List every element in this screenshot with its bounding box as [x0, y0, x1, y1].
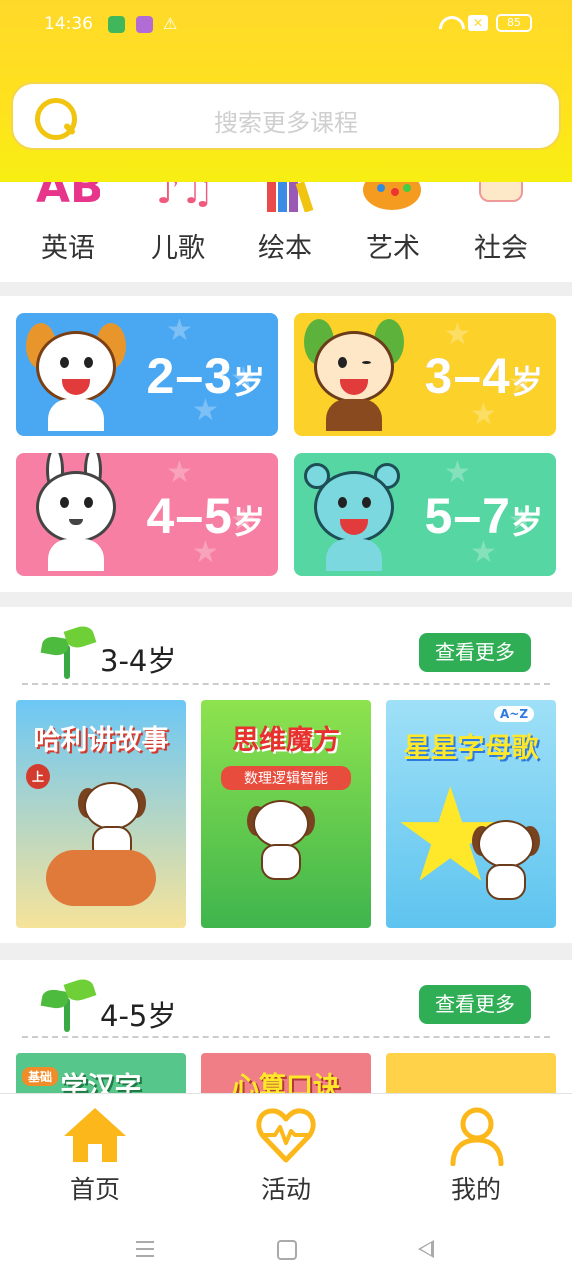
- course-title: 心算口诀: [232, 1072, 340, 1094]
- back-icon[interactable]: [408, 1231, 444, 1267]
- drum-icon: [469, 182, 533, 212]
- category-label: 英语: [41, 233, 95, 264]
- nav-label: 首页: [69, 1175, 120, 1204]
- course-card[interactable]: A~Z 星星字母歌 ★: [386, 700, 556, 928]
- dog-illustration: [247, 800, 315, 880]
- age-group-grid: ★ ★ ★ 2–3岁 ★ ★ ★ 3–4岁 ★ ★ ★ 4–5岁 ★ ★ ★ 5…: [0, 296, 572, 592]
- nav-label: 我的: [450, 1175, 501, 1204]
- age-label: 3–4岁: [424, 348, 544, 404]
- category-art[interactable]: 艺术: [343, 182, 443, 282]
- search-bar[interactable]: 搜索更多课程: [11, 82, 561, 150]
- sprout-icon: [40, 623, 97, 679]
- age-label: 5–7岁: [424, 488, 544, 544]
- heart-pulse-icon: [255, 1106, 317, 1164]
- sprout-icon: [40, 976, 97, 1032]
- app-header: 14:36 ⚠ ✕ 85 搜索更多课程: [0, 0, 572, 182]
- system-status-icons: ✕ 85: [438, 14, 532, 32]
- course-card[interactable]: 哈利讲故事 上: [16, 700, 186, 928]
- course-card[interactable]: 心算口诀: [201, 1053, 371, 1094]
- course-title: 哈利讲故事: [33, 725, 169, 756]
- course-card[interactable]: 思维魔方 数理逻辑智能: [201, 700, 371, 928]
- category-label: 社会: [474, 233, 528, 264]
- recent-apps-icon[interactable]: [126, 1231, 162, 1267]
- course-section-3-4: 3-4岁 查看更多 哈利讲故事 上 思维魔方 数理逻辑智能 A~Z 星星字母歌 …: [0, 607, 572, 943]
- nav-home[interactable]: 首页: [20, 1094, 170, 1218]
- course-title: 思维魔方: [232, 725, 340, 756]
- course-subtitle: 数理逻辑智能: [221, 766, 351, 790]
- wifi-icon: [438, 14, 460, 32]
- bottom-navigation: 首页 活动 我的: [0, 1093, 572, 1217]
- status-time: 14:36: [44, 14, 93, 34]
- monkey-mascot-icon: [304, 319, 404, 431]
- category-songs[interactable]: ♪♫ 儿歌: [128, 182, 228, 282]
- search-input[interactable]: 搜索更多课程: [13, 103, 559, 138]
- category-label: 儿歌: [151, 233, 205, 264]
- divider: [22, 683, 550, 685]
- view-more-button[interactable]: 查看更多: [419, 985, 531, 1024]
- nav-profile[interactable]: 我的: [401, 1094, 551, 1218]
- age-label: 4–5岁: [146, 488, 266, 544]
- course-badge: 上: [26, 764, 51, 789]
- nav-activity[interactable]: 活动: [211, 1094, 361, 1218]
- rocking-horse-illustration: [46, 850, 156, 906]
- course-section-4-5: 4-5岁 查看更多 基础 学汉字 心算口诀: [0, 960, 572, 1094]
- course-card[interactable]: [386, 1053, 556, 1094]
- warning-icon: ⚠: [163, 14, 178, 33]
- age-card-4-5[interactable]: ★ ★ ★ 4–5岁: [16, 453, 278, 576]
- no-sim-icon: ✕: [468, 15, 488, 31]
- letters-icon: ABC: [36, 182, 100, 212]
- age-label: 2–3岁: [146, 348, 266, 404]
- nav-label: 活动: [260, 1175, 311, 1204]
- category-picture-books[interactable]: 绘本: [235, 182, 335, 282]
- user-icon: [449, 1106, 505, 1167]
- age-card-2-3[interactable]: ★ ★ ★ 2–3岁: [16, 313, 278, 436]
- category-english[interactable]: ABC 英语: [18, 182, 118, 282]
- battery-icon: 85: [496, 14, 532, 32]
- divider: [22, 1036, 550, 1038]
- bunny-mascot-icon: [26, 453, 126, 571]
- age-card-5-7[interactable]: ★ ★ ★ 5–7岁: [294, 453, 556, 576]
- music-note-icon: ♪♫: [156, 182, 210, 212]
- section-title: 4-5岁: [100, 999, 177, 1033]
- system-navigation-bar: [0, 1217, 572, 1280]
- home-button-icon[interactable]: [268, 1231, 304, 1267]
- app-notification-icon: [136, 16, 153, 33]
- dog-illustration: [472, 820, 540, 900]
- home-icon: [64, 1108, 126, 1164]
- age-card-3-4[interactable]: ★ ★ ★ 3–4岁: [294, 313, 556, 436]
- category-row: ABC 英语 ♪♫ 儿歌 绘本 艺术 社会: [0, 182, 572, 282]
- bear-mascot-icon: [304, 459, 404, 571]
- category-society[interactable]: 社会: [451, 182, 551, 282]
- course-card[interactable]: 基础 学汉字: [16, 1053, 186, 1094]
- books-icon: [253, 182, 317, 212]
- puppy-mascot-icon: [26, 319, 126, 431]
- view-more-button[interactable]: 查看更多: [419, 633, 531, 672]
- course-title: 学汉字: [60, 1072, 142, 1094]
- app-notification-icon: [108, 16, 125, 33]
- palette-icon: [361, 182, 425, 212]
- category-label: 艺术: [366, 233, 420, 264]
- section-title: 3-4岁: [100, 644, 177, 678]
- course-badge: A~Z: [494, 706, 535, 722]
- category-label: 绘本: [258, 233, 312, 264]
- status-bar: 14:36 ⚠ ✕ 85: [0, 0, 572, 52]
